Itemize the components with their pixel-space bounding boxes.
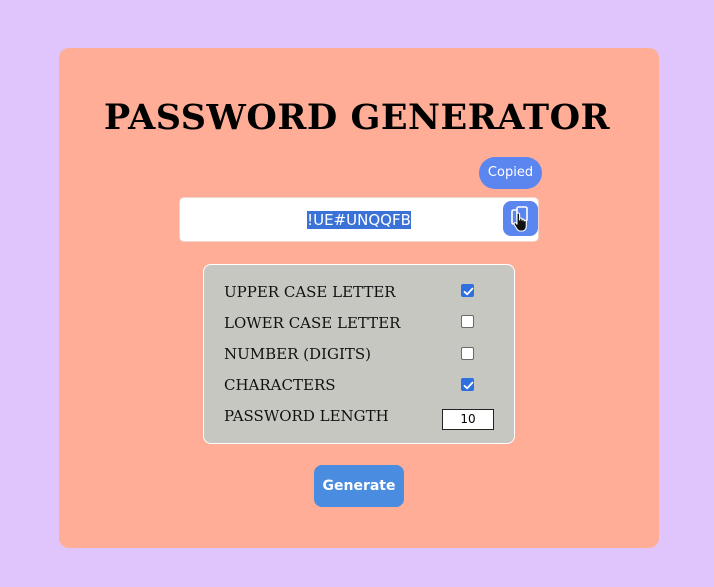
page-title: PASSWORD GENERATOR bbox=[103, 97, 611, 138]
upper-case-label: UPPER CASE LETTER bbox=[224, 283, 396, 301]
password-value[interactable]: !UE#UNQQFB bbox=[307, 211, 411, 229]
password-length-input[interactable]: 10 bbox=[442, 409, 494, 430]
password-text[interactable]: !UE#UNQQFB bbox=[180, 210, 538, 230]
password-display[interactable]: !UE#UNQQFB bbox=[179, 197, 539, 242]
copied-tooltip: Copied bbox=[479, 157, 542, 189]
lower-case-checkbox[interactable] bbox=[461, 315, 474, 328]
characters-checkbox[interactable] bbox=[461, 378, 474, 391]
check-icon bbox=[463, 287, 474, 296]
copy-button[interactable] bbox=[503, 201, 538, 236]
generate-button[interactable]: Generate bbox=[314, 465, 404, 507]
check-icon bbox=[463, 381, 474, 390]
hand-pointer-icon bbox=[513, 212, 527, 232]
lower-case-label: LOWER CASE LETTER bbox=[224, 314, 401, 332]
number-label: NUMBER (DIGITS) bbox=[224, 345, 372, 363]
upper-case-checkbox[interactable] bbox=[461, 284, 474, 297]
number-checkbox[interactable] bbox=[461, 347, 474, 360]
password-length-label: PASSWORD LENGTH bbox=[224, 407, 389, 425]
characters-label: CHARACTERS bbox=[224, 376, 336, 394]
